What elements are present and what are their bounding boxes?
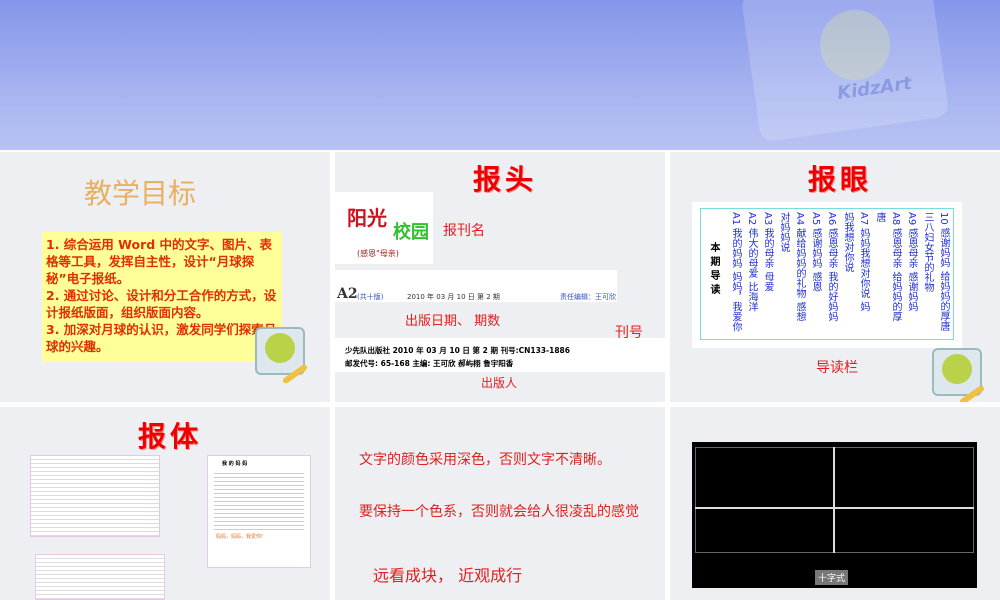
guide-column: A2 伟大的母爱 比海洋 (746, 212, 757, 312)
guide-column: A8 感恩母亲 给妈妈的厚 (890, 212, 901, 322)
goal-item: 2. 通过讨论、设计和分工合作的方式，设计报纸版面，组织版面内容。 (46, 288, 277, 320)
guide-column: A3 我的母亲 母爱 (762, 212, 773, 292)
publisher-line: 少先队出版社 2010 年 03 月 10 日 第 2 期 刊号:CN133-1… (345, 346, 570, 355)
vertical-divider (833, 447, 835, 553)
header-line: A2 (共十版) 2010 年 03 月 10 日 第 2 期 责任编辑：王可欣 (335, 270, 617, 302)
label-date-issue: 出版日期、 期数 (405, 314, 501, 329)
thumbnail-title: 我 的 妈 妈 (222, 461, 248, 467)
masthead-text-a: 阳光 (347, 206, 387, 230)
guide-column: A5 感谢妈妈 感恩 (810, 212, 821, 292)
tip-color-scheme: 要保持一个色系，否则就会给人很凌乱的感觉 (359, 504, 639, 520)
slide-6-cross-layout[interactable]: 十字式 (670, 407, 1000, 600)
slide-title: 报眼 (808, 163, 873, 196)
guide-column: A7 妈妈我想对你说 妈 (858, 212, 869, 312)
slide-2-masthead[interactable]: 报头 阳光 校园 (感恩"母亲) 报刊名 A2 (共十版) 2010 年 03 … (335, 152, 665, 402)
newspaper-thumbnail-3 (35, 554, 165, 600)
top-banner: KidzArt (0, 0, 1000, 150)
mascot-icon (932, 348, 982, 396)
label-reading-guide: 导读栏 (816, 360, 858, 376)
slide-title: 报头 (473, 163, 538, 196)
mascot-image (820, 10, 890, 80)
layout-caption: 十字式 (815, 570, 849, 585)
masthead-text-b: 校园 (393, 222, 429, 243)
tip-dark-text: 文字的颜色采用深色，否则文字不清晰。 (359, 452, 611, 468)
guide-column: A4 献给妈妈的礼物 感想 (794, 212, 805, 322)
slide-3-ear[interactable]: 报眼 10 感谢妈妈 给妈妈的厚唐 三八妇女节的礼物 A9 感恩母亲 感谢妈妈 … (670, 152, 1000, 402)
cross-layout-diagram: 十字式 (692, 442, 977, 588)
horizontal-divider (695, 507, 974, 509)
reading-guide-box: 10 感谢妈妈 给妈妈的厚唐 三八妇女节的礼物 A9 感恩母亲 感谢妈妈 A8 … (692, 202, 962, 348)
tip-layout: 远看成块， 近观成行 (373, 566, 523, 585)
newspaper-thumbnail-1 (30, 455, 160, 537)
guide-column: 10 感谢妈妈 给妈妈的厚唐 (938, 212, 949, 332)
postal-line: 邮发代号: 65-168 主编: 王可欣 郝屿栩 鲁宇阳香 (345, 359, 514, 368)
goals-box: 1. 综合运用 Word 中的文字、图片、表格等工具，发挥自主性，设计“月球探秘… (42, 232, 282, 362)
slide-title: 报体 (138, 420, 203, 453)
editor: 责任编辑：王可欣 (560, 293, 616, 301)
slide-5-color-tips[interactable]: 文字的颜色采用深色，否则文字不清晰。 要保持一个色系，否则就会给人很凌乱的感觉 … (335, 407, 665, 600)
page-count: (共十版) (357, 293, 384, 301)
slide-4-body[interactable]: 报体 我 的 妈 妈 妈妈，妈妈，我爱你! (0, 407, 330, 600)
guide-column: A1 我的妈妈 妈妈，我爱你 (730, 212, 741, 332)
newspaper-thumbnail-2: 我 的 妈 妈 妈妈，妈妈，我爱你! (207, 455, 311, 568)
guide-heading: 本期导读 (708, 242, 719, 298)
guide-column: 对妈妈说 (778, 212, 789, 252)
thumbnail-caption: 妈妈，妈妈，我爱你! (216, 534, 264, 540)
goal-item: 1. 综合运用 Word 中的文字、图片、表格等工具，发挥自主性，设计“月球探秘… (46, 237, 273, 286)
footer-lines: 少先队出版社 2010 年 03 月 10 日 第 2 期 刊号:CN133-1… (335, 338, 665, 372)
reading-guide-columns: 10 感谢妈妈 给妈妈的厚唐 三八妇女节的礼物 A9 感恩母亲 感谢妈妈 A8 … (700, 208, 954, 340)
guide-column: 三八妇女节的礼物 (922, 212, 933, 292)
masthead-image: 阳光 校园 (感恩"母亲) (335, 192, 433, 264)
guide-column: 唐 (874, 212, 885, 222)
guide-column: 妈我想对你说 (842, 212, 853, 272)
slide-title: 教学目标 (84, 177, 197, 210)
issue-date: 2010 年 03 月 10 日 第 2 期 (407, 293, 500, 301)
guide-column: A9 感恩母亲 感谢妈妈 (906, 212, 917, 312)
label-publisher: 出版人 (481, 376, 518, 390)
label-newspaper-name: 报刊名 (443, 223, 485, 239)
page-number: A2 (337, 286, 358, 302)
guide-column: A6 感恩母亲 我的好妈妈 (826, 212, 837, 322)
masthead-subtitle: (感恩"母亲) (357, 249, 399, 258)
mascot-icon (255, 327, 305, 375)
goal-item: 3. 加深对月球的认识，激发同学们探索月球的兴趣。 (46, 322, 277, 354)
slide-1-teaching-goals[interactable]: 教学目标 1. 综合运用 Word 中的文字、图片、表格等工具，发挥自主性，设计… (0, 152, 330, 402)
